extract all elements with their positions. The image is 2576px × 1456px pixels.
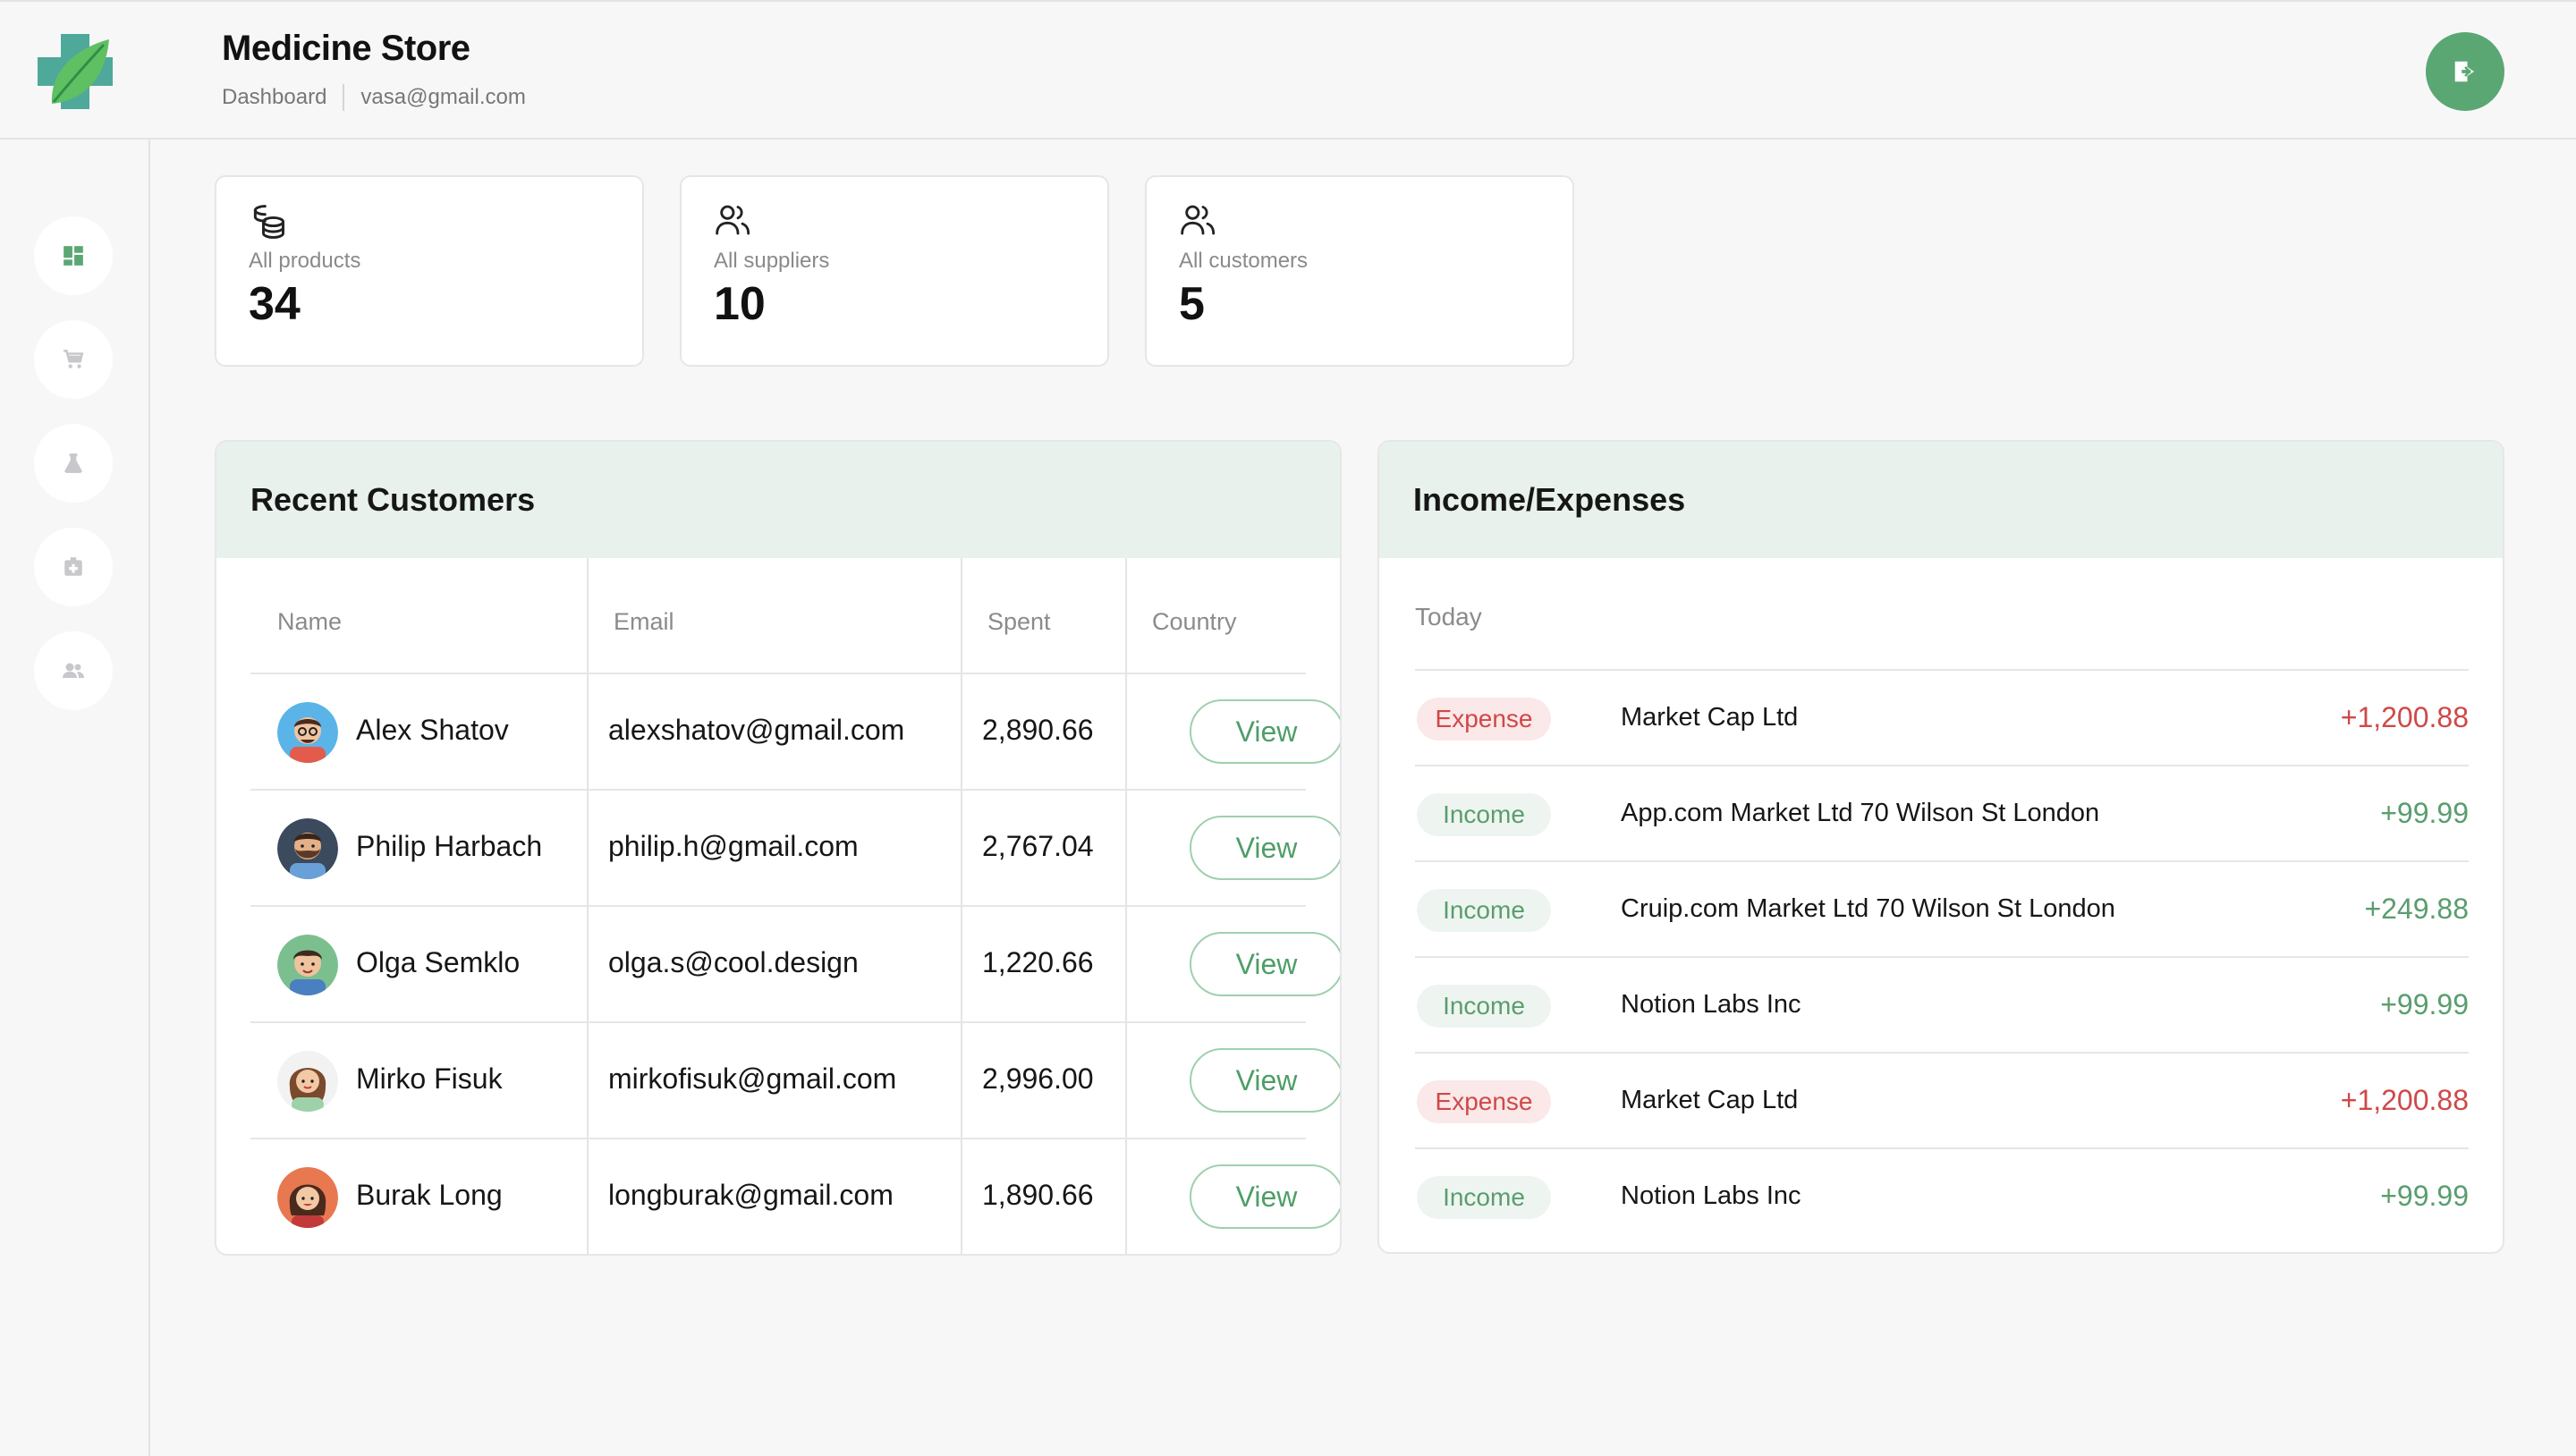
panel-title: Income/Expenses: [1379, 442, 2503, 558]
transaction-amount: +99.99: [2380, 797, 2469, 829]
list-item[interactable]: Income App.com Market Ltd 70 Wilson St L…: [1415, 765, 2469, 860]
column-header-spent[interactable]: Spent: [987, 608, 1051, 636]
customer-spent: 1,220.66: [982, 946, 1094, 978]
transaction-description: App.com Market Ltd 70 Wilson St London: [1621, 799, 2100, 827]
transaction-type-badge: Income: [1417, 889, 1551, 932]
list-item[interactable]: Income Notion Labs Inc +99.99: [1415, 1147, 2469, 1243]
transaction-amount: +99.99: [2380, 988, 2469, 1020]
list-item[interactable]: Expense Market Cap Ltd +1,200.88: [1415, 669, 2469, 765]
view-button[interactable]: View: [1190, 1164, 1340, 1229]
customer-name: Mirko Fisuk: [356, 1062, 503, 1095]
coins-icon: [253, 205, 284, 239]
avatar: [277, 818, 338, 879]
logout-icon: [2454, 61, 2474, 82]
table-row: Olga Semklo olga.s@cool.design 1,220.66 …: [250, 905, 1340, 1021]
breadcrumb[interactable]: Dashboard: [222, 85, 326, 110]
customer-name: Olga Semklo: [356, 946, 521, 978]
flask-icon: [64, 453, 82, 473]
customer-email: philip.h@gmail.com: [608, 830, 859, 862]
transaction-type-badge: Expense: [1417, 1080, 1551, 1123]
column-header-email[interactable]: Email: [614, 608, 674, 636]
column-header-name[interactable]: Name: [277, 608, 342, 636]
customer-spent: 2,890.66: [982, 714, 1094, 746]
customer-spent: 2,996.00: [982, 1062, 1094, 1095]
app-title: Medicine Store: [222, 29, 470, 68]
avatar: [277, 935, 338, 995]
customer-spent: 2,767.04: [982, 830, 1094, 862]
transaction-description: Notion Labs Inc: [1621, 1181, 1801, 1210]
customer-email: alexshatov@gmail.com: [608, 714, 905, 746]
period-label: Today: [1415, 603, 1482, 631]
table-row: Alex Shatov alexshatov@gmail.com 2,890.6…: [250, 673, 1340, 789]
transaction-amount: +99.99: [2380, 1180, 2469, 1212]
view-button[interactable]: View: [1190, 932, 1340, 996]
view-button[interactable]: View: [1190, 816, 1340, 880]
view-button[interactable]: View: [1190, 1048, 1340, 1113]
customer-email: longburak@gmail.com: [608, 1179, 894, 1211]
app-header: Medicine Store Dashboard vasa@gmail.com: [0, 0, 2576, 140]
table-row: Burak Long longburak@gmail.com 1,890.66 …: [250, 1138, 1340, 1254]
table-row: Mirko Fisuk mirkofisuk@gmail.com 2,996.0…: [250, 1021, 1340, 1138]
stat-card-suppliers[interactable]: All suppliers 10: [680, 175, 1109, 367]
sidebar-item-medicines[interactable]: [34, 528, 113, 606]
panel-title: Recent Customers: [216, 442, 1340, 558]
transaction-description: Cruip.com Market Ltd 70 Wilson St London: [1621, 894, 2115, 923]
sidebar-item-dashboard[interactable]: [34, 216, 113, 295]
stat-value: 5: [1179, 278, 1205, 330]
avatar: [277, 1051, 338, 1112]
transaction-description: Market Cap Ltd: [1621, 703, 1799, 732]
medicine-store-logo: [38, 34, 113, 109]
stat-label: All suppliers: [714, 249, 830, 273]
list-item[interactable]: Income Cruip.com Market Ltd 70 Wilson St…: [1415, 860, 2469, 956]
transaction-amount: +1,200.88: [2340, 1084, 2469, 1116]
breadcrumb-divider: [343, 84, 345, 111]
transaction-description: Notion Labs Inc: [1621, 990, 1801, 1019]
sidebar: [0, 140, 150, 1456]
table-row: Philip Harbach philip.h@gmail.com 2,767.…: [250, 789, 1340, 905]
customer-name: Philip Harbach: [356, 830, 543, 862]
sidebar-item-lab[interactable]: [34, 424, 113, 503]
stat-value: 10: [714, 278, 766, 330]
view-button[interactable]: View: [1190, 699, 1340, 764]
list-item[interactable]: Expense Market Cap Ltd +1,200.88: [1415, 1052, 2469, 1147]
stat-label: All products: [249, 249, 361, 273]
users-icon: [716, 205, 750, 235]
column-header-country[interactable]: Country: [1152, 608, 1237, 636]
income-expenses-panel: Income/Expenses Today Expense Market Cap…: [1377, 440, 2504, 1254]
sidebar-item-orders[interactable]: [34, 320, 113, 399]
customer-email: olga.s@cool.design: [608, 946, 859, 978]
transaction-type-badge: Income: [1417, 985, 1551, 1028]
avatar: [277, 702, 338, 763]
transactions-list: Today Expense Market Cap Ltd +1,200.88 I…: [1379, 558, 2503, 1252]
stat-card-products[interactable]: All products 34: [215, 175, 644, 367]
transaction-amount: +1,200.88: [2340, 701, 2469, 733]
transaction-amount: +249.88: [2364, 893, 2469, 925]
header-subline: Dashboard vasa@gmail.com: [222, 84, 526, 111]
transaction-type-badge: Income: [1417, 793, 1551, 836]
recent-customers-panel: Recent Customers Name Email Spent Countr…: [215, 440, 1342, 1256]
customer-email: mirkofisuk@gmail.com: [608, 1062, 897, 1095]
transaction-description: Market Cap Ltd: [1621, 1086, 1799, 1114]
stat-card-customers[interactable]: All customers 5: [1145, 175, 1574, 367]
cart-icon: [64, 349, 84, 368]
users-icon: [63, 663, 84, 678]
transaction-type-badge: Expense: [1417, 698, 1551, 741]
logout-button[interactable]: [2426, 32, 2504, 111]
dashboard-icon: [64, 246, 83, 266]
transaction-type-badge: Income: [1417, 1176, 1551, 1219]
avatar: [277, 1167, 338, 1228]
user-email: vasa@gmail.com: [360, 85, 526, 109]
customer-name: Alex Shatov: [356, 714, 509, 746]
customer-name: Burak Long: [356, 1179, 503, 1211]
stat-value: 34: [249, 278, 301, 330]
list-item[interactable]: Income Notion Labs Inc +99.99: [1415, 956, 2469, 1052]
sidebar-item-customers[interactable]: [34, 631, 113, 710]
customer-spent: 1,890.66: [982, 1179, 1094, 1211]
customers-table: Name Email Spent Country Alex Shatov ale…: [216, 558, 1340, 1254]
stat-label: All customers: [1179, 249, 1309, 273]
users-icon: [1181, 205, 1216, 235]
medicine-box-icon: [64, 557, 82, 576]
